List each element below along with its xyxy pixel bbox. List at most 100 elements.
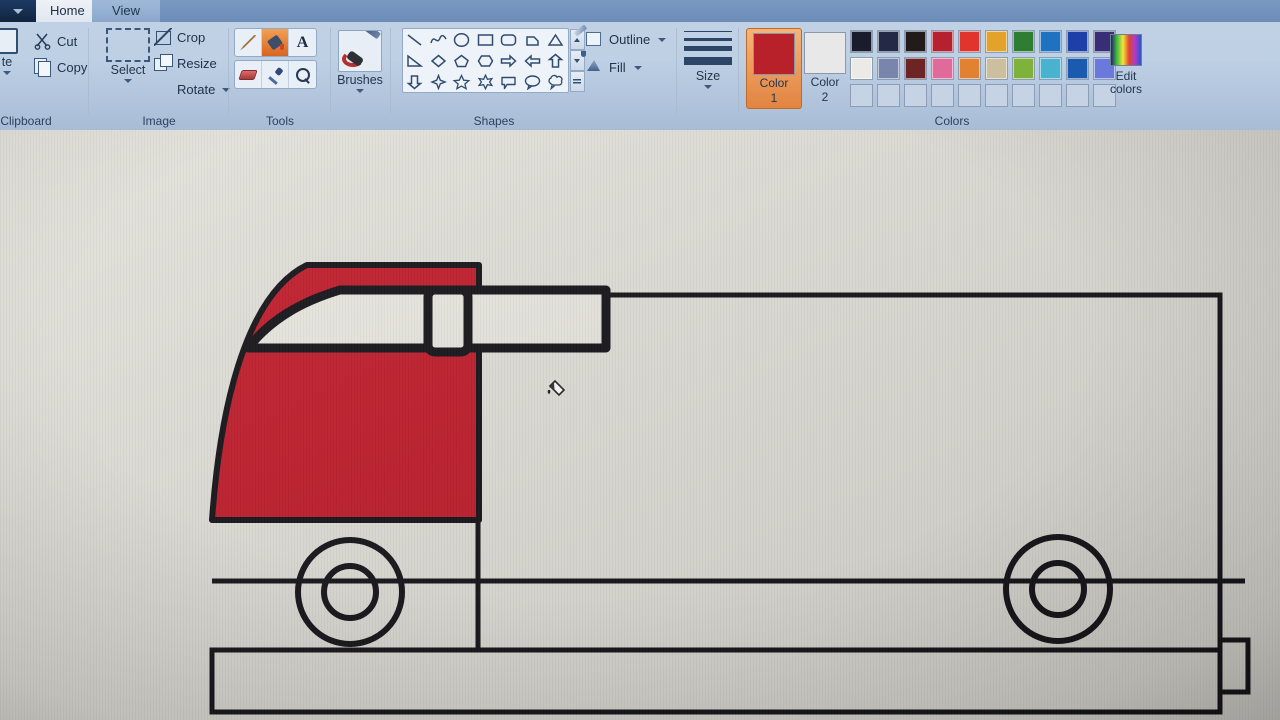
palette-swatch-r3-c7[interactable] [1012, 84, 1035, 107]
shape-left-arrow[interactable] [521, 50, 545, 71]
ribbon-body: te Cut Copy Clipboard Select Crop Resize… [0, 22, 1280, 130]
shape-rounded-callout[interactable] [497, 71, 521, 92]
shapes-grid [403, 29, 568, 92]
paint-canvas-area[interactable] [0, 130, 1280, 720]
color-picker-icon [267, 67, 283, 83]
paste-label: te [1, 55, 13, 69]
tool-text[interactable]: A [289, 29, 316, 56]
shape-pentagon[interactable] [450, 50, 474, 71]
shape-oval-callout[interactable] [521, 71, 545, 92]
paste-icon [0, 28, 18, 54]
tab-view[interactable]: View [92, 0, 160, 22]
shapes-expand-button[interactable] [569, 71, 585, 92]
palette-swatch-r1-c4[interactable] [931, 30, 954, 53]
palette-swatch-r1-c3[interactable] [904, 30, 927, 53]
color-1-button[interactable]: Color 1 [746, 28, 802, 109]
paintbrush-icon [338, 30, 382, 72]
tool-eraser[interactable] [235, 61, 262, 88]
shapes-gallery[interactable] [402, 28, 585, 93]
truck-drawing[interactable] [0, 130, 1280, 720]
chevron-down-icon [3, 71, 11, 75]
cut-label: Cut [57, 33, 78, 49]
shape-rectangle[interactable] [474, 29, 498, 50]
tool-color-picker[interactable] [262, 61, 289, 88]
shape-oval[interactable] [450, 29, 474, 50]
tool-fill-with-color[interactable] [262, 29, 289, 56]
palette-swatch-r1-c9[interactable] [1066, 30, 1089, 53]
cut-button[interactable]: Cut [34, 32, 77, 50]
palette-swatch-r2-c3[interactable] [904, 57, 927, 80]
palette-swatch-r3-c1[interactable] [850, 84, 873, 107]
palette-swatch-r2-c8[interactable] [1039, 57, 1062, 80]
shape-curve[interactable] [427, 29, 451, 50]
palette-swatch-r2-c1[interactable] [850, 57, 873, 80]
shape-six-point-star[interactable] [474, 71, 498, 92]
palette-swatch-r2-c6[interactable] [985, 57, 1008, 80]
palette-swatch-r3-c2[interactable] [877, 84, 900, 107]
shape-triangle[interactable] [544, 29, 568, 50]
shape-diamond[interactable] [427, 50, 451, 71]
shape-right-triangle[interactable] [403, 50, 427, 71]
resize-button[interactable]: Resize [154, 54, 217, 72]
rotate-button[interactable]: Rotate [154, 80, 231, 98]
shape-down-arrow[interactable] [403, 71, 427, 92]
shape-four-point-star[interactable] [427, 71, 451, 92]
copy-icon [34, 58, 52, 76]
palette-swatch-r3-c8[interactable] [1039, 84, 1062, 107]
palette-swatch-r3-c9[interactable] [1066, 84, 1089, 107]
paint-app-menu-button[interactable] [0, 0, 36, 22]
edit-colors-icon [1110, 34, 1142, 66]
palette-swatch-r3-c5[interactable] [958, 84, 981, 107]
shape-cloud-callout[interactable] [544, 71, 568, 92]
tab-home[interactable]: Home [36, 0, 92, 22]
crop-button[interactable]: Crop [154, 28, 205, 46]
paste-button[interactable]: te [0, 28, 30, 75]
shape-polygon[interactable] [521, 29, 545, 50]
palette-swatch-r2-c5[interactable] [958, 57, 981, 80]
group-shapes: Outline Fill Shapes [394, 22, 676, 130]
palette-swatch-r3-c3[interactable] [904, 84, 927, 107]
group-label-shapes: Shapes [473, 114, 515, 128]
copy-button[interactable]: Copy [34, 58, 87, 76]
shape-line[interactable] [403, 29, 427, 50]
group-image: Select Crop Resize Rotate Image [92, 22, 231, 130]
palette-swatch-r2-c4[interactable] [931, 57, 954, 80]
select-button[interactable]: Select [100, 28, 156, 83]
tool-pencil[interactable] [235, 29, 262, 56]
crop-icon [154, 28, 172, 46]
tool-magnifier[interactable] [289, 61, 316, 88]
palette-swatch-r1-c6[interactable] [985, 30, 1008, 53]
palette-swatch-r3-c6[interactable] [985, 84, 1008, 107]
color-1-label-line2: 1 [770, 91, 778, 105]
scissors-icon [34, 32, 52, 50]
shape-right-arrow[interactable] [497, 50, 521, 71]
shape-up-arrow[interactable] [544, 50, 568, 71]
palette-swatch-r2-c7[interactable] [1012, 57, 1035, 80]
palette-swatch-r1-c5[interactable] [958, 30, 981, 53]
color-2-button[interactable]: Color 2 [804, 32, 846, 104]
more-shapes-icon [573, 78, 581, 85]
fill-icon [586, 58, 604, 76]
palette-swatch-r3-c4[interactable] [931, 84, 954, 107]
shape-five-point-star[interactable] [450, 71, 474, 92]
group-tools: A Tools [232, 22, 328, 130]
separator [676, 28, 677, 114]
size-button[interactable]: Size [684, 28, 732, 89]
palette-swatch-r2-c2[interactable] [877, 57, 900, 80]
color-palette[interactable] [850, 30, 1120, 111]
palette-swatch-r1-c2[interactable] [877, 30, 900, 53]
fill-button[interactable]: Fill [586, 58, 642, 76]
chevron-down-icon [356, 89, 364, 93]
edit-colors-button[interactable]: Edit colors [1110, 34, 1142, 96]
palette-swatch-r1-c1[interactable] [850, 30, 873, 53]
outline-button[interactable]: Outline [586, 30, 667, 48]
shape-rounded-rectangle[interactable] [497, 29, 521, 50]
palette-swatch-r2-c9[interactable] [1066, 57, 1089, 80]
shape-hexagon[interactable] [474, 50, 498, 71]
paint-application-window: Home View te Cut Copy Clipboard Select C… [0, 0, 1280, 720]
palette-swatch-r1-c8[interactable] [1039, 30, 1062, 53]
palette-swatch-r1-c7[interactable] [1012, 30, 1035, 53]
group-brushes: Brushes [332, 22, 388, 130]
brushes-button[interactable]: Brushes [336, 30, 384, 93]
color-1-swatch [753, 33, 795, 75]
